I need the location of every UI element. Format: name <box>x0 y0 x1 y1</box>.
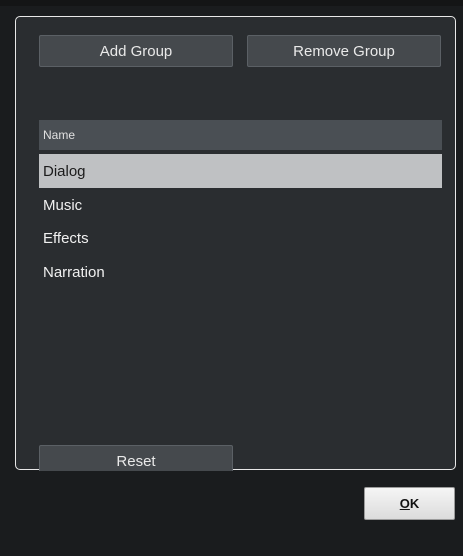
list-item-effects[interactable]: Effects <box>39 221 442 255</box>
list-item-narration[interactable]: Narration <box>39 255 442 289</box>
window-top-strip <box>0 0 463 6</box>
group-editor-panel: Add Group Remove Group Name Dialog Music… <box>15 16 456 477</box>
group-list: Name Dialog Music Effects Narration <box>39 120 442 390</box>
ok-label-rest: K <box>409 496 420 511</box>
add-group-button[interactable]: Add Group <box>39 35 233 67</box>
ok-mnemonic-letter: O <box>399 496 410 511</box>
remove-group-button[interactable]: Remove Group <box>247 35 441 67</box>
name-column-header[interactable]: Name <box>39 120 442 150</box>
list-item-dialog[interactable]: Dialog <box>39 154 442 188</box>
list-item-music[interactable]: Music <box>39 188 442 222</box>
ok-button[interactable]: OK <box>364 487 455 520</box>
